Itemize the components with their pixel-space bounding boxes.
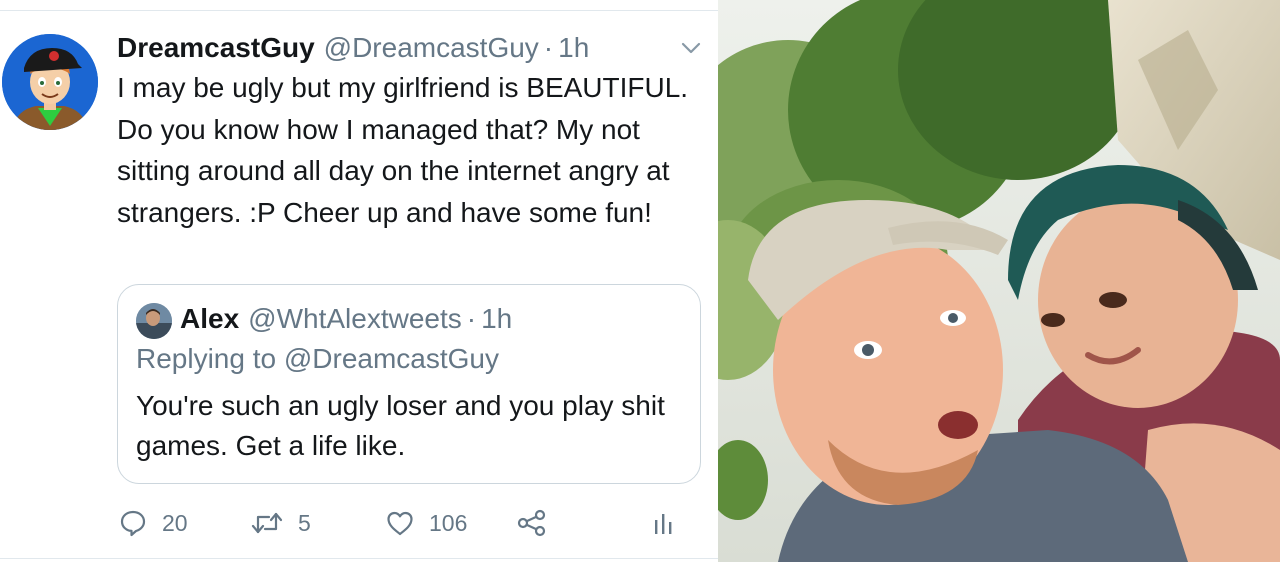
- heart-icon: [387, 511, 413, 536]
- tweet-header: DreamcastGuy @DreamcastGuy · 1h: [117, 28, 589, 68]
- retweet-button[interactable]: 5: [250, 502, 311, 544]
- bottom-divider: [0, 558, 718, 559]
- couple-selfie-photo: [718, 0, 1280, 562]
- replying-to-line: Replying to @DreamcastGuy: [136, 343, 500, 374]
- quoted-tweet-card[interactable]: Alex @WhtAlextweets · 1h Replying to @Dr…: [117, 284, 701, 484]
- quoted-tweet-body: You're such an ugly loser and you play s…: [136, 390, 665, 461]
- author-avatar[interactable]: [2, 34, 98, 130]
- retweet-icon: [251, 512, 283, 534]
- reply-count: 20: [162, 509, 188, 536]
- author-display-name[interactable]: DreamcastGuy: [117, 32, 315, 64]
- cartoon-avatar-icon: [2, 34, 98, 130]
- quoted-timestamp[interactable]: 1h: [481, 303, 512, 335]
- tweet-body: I may be ugly but my girlfriend is BEAUT…: [117, 72, 689, 228]
- attached-photo[interactable]: [718, 0, 1280, 562]
- top-divider: [0, 10, 718, 11]
- tweet-panel: DreamcastGuy @DreamcastGuy · 1h I may be…: [0, 0, 718, 562]
- share-icon: [517, 509, 546, 537]
- analytics-icon: [655, 514, 672, 534]
- quoted-author-avatar[interactable]: [136, 303, 172, 339]
- separator-dot: ·: [543, 32, 554, 63]
- user-photo-icon: [136, 303, 172, 339]
- quoted-tweet-header: Alex @WhtAlextweets · 1h: [180, 299, 512, 339]
- chevron-down-icon: [681, 42, 701, 54]
- retweet-count: 5: [298, 509, 311, 536]
- like-button[interactable]: 106: [385, 502, 467, 544]
- quoted-separator-dot: ·: [466, 303, 477, 334]
- reply-button[interactable]: 20: [118, 502, 188, 544]
- share-button[interactable]: [516, 502, 548, 544]
- tweet-menu-button[interactable]: [678, 38, 704, 58]
- quoted-display-name[interactable]: Alex: [180, 303, 239, 335]
- analytics-button[interactable]: [652, 502, 676, 544]
- quoted-handle[interactable]: @WhtAlextweets: [248, 303, 462, 335]
- reply-icon: [120, 510, 146, 537]
- tweet-timestamp[interactable]: 1h: [558, 32, 589, 64]
- tweet-action-bar: 20 5 106: [0, 502, 718, 544]
- author-handle[interactable]: @DreamcastGuy: [324, 32, 539, 64]
- like-count: 106: [429, 509, 468, 536]
